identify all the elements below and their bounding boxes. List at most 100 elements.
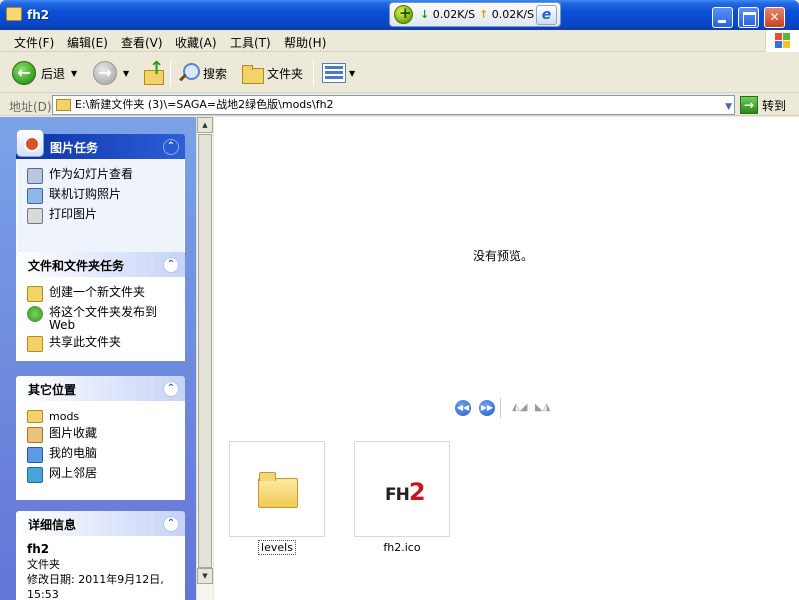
chevron-down-icon[interactable]: ▼ [725, 98, 732, 116]
link-label: 共享此文件夹 [49, 335, 122, 349]
details-panel: 详细信息 ⌃ fh2 文件夹 修改日期: 2011年9月12日, 15:53 [16, 511, 185, 600]
order-prints-icon [27, 188, 43, 204]
forward-button[interactable]: → ▼ [93, 59, 129, 87]
chevron-down-icon[interactable]: ▼ [349, 69, 355, 78]
my-computer-icon [27, 447, 43, 463]
link-label: 作为幻灯片查看 [49, 167, 134, 181]
menu-favorites[interactable]: 收藏(A) [175, 34, 217, 51]
menu-help[interactable]: 帮助(H) [284, 34, 326, 51]
publish-web-icon [27, 306, 43, 322]
address-input[interactable]: E:\新建文件夹 (3)\=SAGA=战地2绿色版\mods\fh2 ▼ [52, 95, 735, 115]
search-icon [177, 62, 200, 84]
panel-header[interactable]: 其它位置 ⌃ [16, 376, 185, 401]
place-mods-link[interactable]: mods [27, 410, 184, 423]
menu-file[interactable]: 文件(F) [14, 34, 54, 51]
link-label: 我的电脑 [49, 446, 98, 460]
address-value: E:\新建文件夹 (3)\=SAGA=战地2绿色版\mods\fh2 [75, 98, 334, 111]
scroll-thumb[interactable] [198, 134, 212, 568]
next-image-icon[interactable]: ▶▶ [479, 400, 495, 416]
order-prints-link[interactable]: 联机订购照片 [27, 188, 184, 204]
previous-image-icon[interactable]: ◀◀ [455, 400, 471, 416]
link-label: 网上邻居 [49, 466, 98, 480]
address-bar: 地址(D) E:\新建文件夹 (3)\=SAGA=战地2绿色版\mods\fh2… [0, 94, 799, 116]
file-label-fh2-ico[interactable]: fh2.ico [354, 541, 450, 554]
share-folder-link[interactable]: 共享此文件夹 [27, 336, 184, 352]
link-label: 联机订购照片 [49, 187, 122, 201]
collapse-icon[interactable]: ⌃ [163, 257, 179, 273]
back-arrow-icon: ← [12, 61, 36, 85]
views-button[interactable]: ▼ [322, 59, 355, 87]
share-folder-icon [27, 336, 43, 352]
task-pane-scrollbar[interactable]: ▲ ▼ [196, 117, 213, 600]
forward-arrow-icon: → [93, 61, 117, 85]
maximize-button[interactable] [738, 7, 759, 28]
search-button[interactable]: 搜索 [177, 59, 227, 87]
panel-header[interactable]: 图片任务 ⌃ [16, 129, 185, 159]
task-pane: 图片任务 ⌃ 作为幻灯片查看 联机订购照片 打印图片 文件和文件夹任务 ⌃ 创建… [0, 117, 196, 600]
network-speed-widget[interactable]: ↓ 0.02K/S ↑ 0.02K/S e [389, 2, 561, 27]
chevron-down-icon[interactable]: ▼ [71, 69, 77, 78]
menu-bar: 文件(F) 编辑(E) 查看(V) 收藏(A) 工具(T) 帮助(H) [0, 30, 799, 52]
file-label-levels[interactable]: levels [229, 540, 325, 555]
new-folder-link[interactable]: 创建一个新文件夹 [27, 286, 184, 302]
close-button[interactable]: ✕ [764, 7, 785, 28]
collapse-icon[interactable]: ⌃ [163, 381, 179, 397]
network-icon [27, 467, 43, 483]
scroll-up-icon[interactable]: ▲ [197, 117, 213, 133]
link-label: 打印图片 [49, 207, 98, 221]
picture-tasks-icon [16, 129, 44, 157]
ie-icon[interactable]: e [536, 5, 557, 25]
minimize-button[interactable] [712, 7, 733, 28]
rotate-clockwise-icon[interactable]: ◭◢ [512, 402, 528, 414]
accelerator-logo-icon[interactable] [394, 4, 413, 24]
collapse-icon[interactable]: ⌃ [163, 139, 179, 155]
rotate-counterclockwise-icon[interactable]: ◣◮ [535, 402, 551, 414]
details-name: fh2 [27, 542, 50, 556]
other-places-panel: 其它位置 ⌃ mods 图片收藏 我的电脑 网上邻居 [16, 376, 185, 500]
toolbar-divider [313, 60, 314, 86]
link-label: 将这个文件夹发布到 Web [49, 305, 158, 332]
go-label: 转到 [762, 98, 787, 113]
go-arrow-icon: → [740, 96, 758, 114]
publish-web-link[interactable]: 将这个文件夹发布到 Web [27, 306, 184, 332]
search-label: 搜索 [203, 66, 228, 81]
panel-body: 创建一个新文件夹 将这个文件夹发布到 Web 共享此文件夹 [16, 277, 185, 361]
window-title: fh2 [27, 8, 50, 22]
toolbar-divider [170, 60, 171, 86]
panel-header[interactable]: 详细信息 ⌃ [16, 511, 185, 536]
go-button[interactable]: → 转到 [740, 96, 786, 114]
up-folder-button[interactable] [142, 58, 164, 87]
panel-body: mods 图片收藏 我的电脑 网上邻居 [16, 401, 185, 500]
my-pictures-icon [27, 427, 43, 443]
panel-header[interactable]: 文件和文件夹任务 ⌃ [16, 252, 185, 277]
collapse-icon[interactable]: ⌃ [163, 516, 179, 532]
folder-icon [6, 7, 22, 21]
title-bar: fh2 ↓ 0.02K/S ↑ 0.02K/S e ✕ [0, 0, 799, 30]
menu-tools[interactable]: 工具(T) [230, 34, 271, 51]
new-folder-icon [27, 286, 43, 302]
up-folder-icon [142, 58, 164, 85]
print-pictures-link[interactable]: 打印图片 [27, 208, 184, 224]
place-my-pictures-link[interactable]: 图片收藏 [27, 427, 184, 443]
slideshow-link[interactable]: 作为幻灯片查看 [27, 168, 184, 184]
place-network-link[interactable]: 网上邻居 [27, 467, 184, 483]
panel-title: 文件和文件夹任务 [28, 259, 125, 273]
viewer-divider [500, 398, 501, 418]
place-my-computer-link[interactable]: 我的电脑 [27, 447, 184, 463]
details-modified: 修改日期: 2011年9月12日, 15:53 [27, 573, 164, 600]
chevron-down-icon[interactable]: ▼ [123, 69, 129, 78]
file-thumbnail-levels[interactable] [229, 441, 325, 537]
scroll-down-icon[interactable]: ▼ [197, 568, 213, 584]
download-arrow-icon: ↓ [420, 8, 430, 21]
slideshow-icon [27, 168, 43, 184]
folders-button[interactable]: 文件夹 [241, 59, 303, 87]
upload-speed: ↑ 0.02K/S [479, 8, 535, 21]
address-label: 地址(D) [9, 100, 52, 114]
menu-edit[interactable]: 编辑(E) [67, 34, 108, 51]
link-label: mods [49, 410, 80, 423]
panel-title: 图片任务 [50, 141, 99, 155]
back-button[interactable]: ← 后退 ▼ [12, 59, 77, 87]
file-view[interactable]: 没有预览。 ◀◀ ▶▶ ◭◢ ◣◮ levels FH2 fh2.ico [214, 117, 799, 600]
menu-view[interactable]: 查看(V) [121, 34, 163, 51]
file-thumbnail-fh2-ico[interactable]: FH2 [354, 441, 450, 537]
